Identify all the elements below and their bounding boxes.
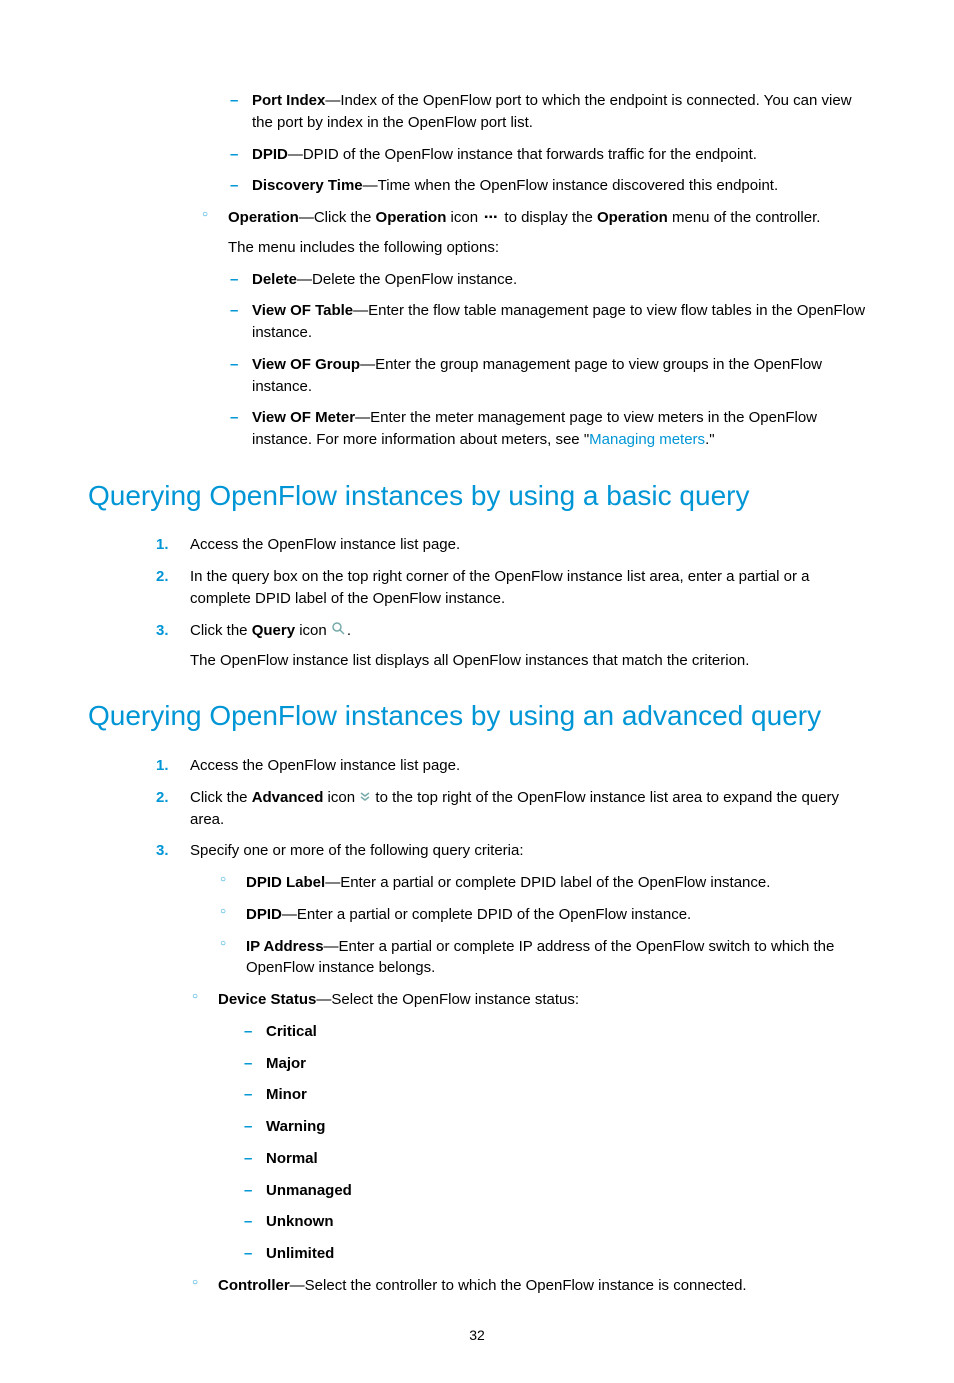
controller-item: Controller—Select the controller to whic… [190, 1275, 866, 1297]
operation-options-list: Delete—Delete the OpenFlow instance. Vie… [228, 269, 866, 451]
step-item: Click the Query icon . The OpenFlow inst… [154, 620, 866, 672]
step-item: Access the OpenFlow instance list page. [154, 755, 866, 777]
list-item: Delete—Delete the OpenFlow instance. [228, 269, 866, 291]
list-item: View OF Table—Enter the flow table manag… [228, 300, 866, 344]
document-page: Port Index—Index of the OpenFlow port to… [0, 0, 954, 1383]
list-item: Minor [242, 1084, 866, 1106]
step-item: Specify one or more of the following que… [154, 840, 866, 1296]
criteria-list: DPID Label—Enter a partial or complete D… [218, 872, 866, 979]
managing-meters-link[interactable]: Managing meters [589, 431, 705, 448]
basic-query-steps: Access the OpenFlow instance list page. … [154, 534, 866, 671]
endpoint-fields-list: Port Index—Index of the OpenFlow port to… [228, 90, 866, 197]
list-item: Normal [242, 1148, 866, 1170]
term: DPID [252, 146, 288, 163]
step-item: Click the Advanced icon to the top right… [154, 787, 866, 831]
list-item: Major [242, 1053, 866, 1075]
device-status-item: Device Status—Select the OpenFlow instan… [190, 989, 866, 1265]
list-item: Discovery Time—Time when the OpenFlow in… [228, 175, 866, 197]
list-item: IP Address—Enter a partial or complete I… [218, 936, 866, 980]
list-item: View OF Meter—Enter the meter management… [228, 407, 866, 451]
list-item: Unknown [242, 1211, 866, 1233]
list-item: Critical [242, 1021, 866, 1043]
page-number: 32 [88, 1327, 866, 1343]
expand-icon [359, 787, 371, 809]
device-status-section: Device Status—Select the OpenFlow instan… [190, 989, 866, 1297]
step-item: In the query box on the top right corner… [154, 566, 866, 610]
advanced-query-steps: Access the OpenFlow instance list page. … [154, 755, 866, 1297]
operation-sub: The menu includes the following options: [228, 237, 866, 259]
desc: —Time when the OpenFlow instance discove… [363, 177, 779, 194]
term: Port Index [252, 92, 325, 109]
desc: —DPID of the OpenFlow instance that forw… [288, 146, 757, 163]
heading-basic-query: Querying OpenFlow instances by using a b… [88, 479, 866, 513]
search-icon [331, 620, 347, 642]
operation-section: Operation—Click the Operation icon ▪▪▪ t… [200, 207, 866, 451]
term: Operation [228, 209, 299, 226]
term: Discovery Time [252, 177, 363, 194]
step-sub: The OpenFlow instance list displays all … [190, 650, 866, 672]
step-item: Access the OpenFlow instance list page. [154, 534, 866, 556]
list-item: View OF Group—Enter the group management… [228, 354, 866, 398]
desc: —Index of the OpenFlow port to which the… [252, 92, 852, 131]
list-item: Unlimited [242, 1243, 866, 1265]
status-options-list: Critical Major Minor Warning Normal Unma… [242, 1021, 866, 1265]
list-item: Port Index—Index of the OpenFlow port to… [228, 90, 866, 134]
list-item: Warning [242, 1116, 866, 1138]
more-icon: ▪▪▪ [482, 211, 500, 226]
operation-item: Operation—Click the Operation icon ▪▪▪ t… [200, 207, 866, 451]
list-item: DPID—DPID of the OpenFlow instance that … [228, 144, 866, 166]
list-item: Unmanaged [242, 1180, 866, 1202]
list-item: DPID—Enter a partial or complete DPID of… [218, 904, 866, 926]
heading-advanced-query: Querying OpenFlow instances by using an … [88, 699, 866, 733]
list-item: DPID Label—Enter a partial or complete D… [218, 872, 866, 894]
